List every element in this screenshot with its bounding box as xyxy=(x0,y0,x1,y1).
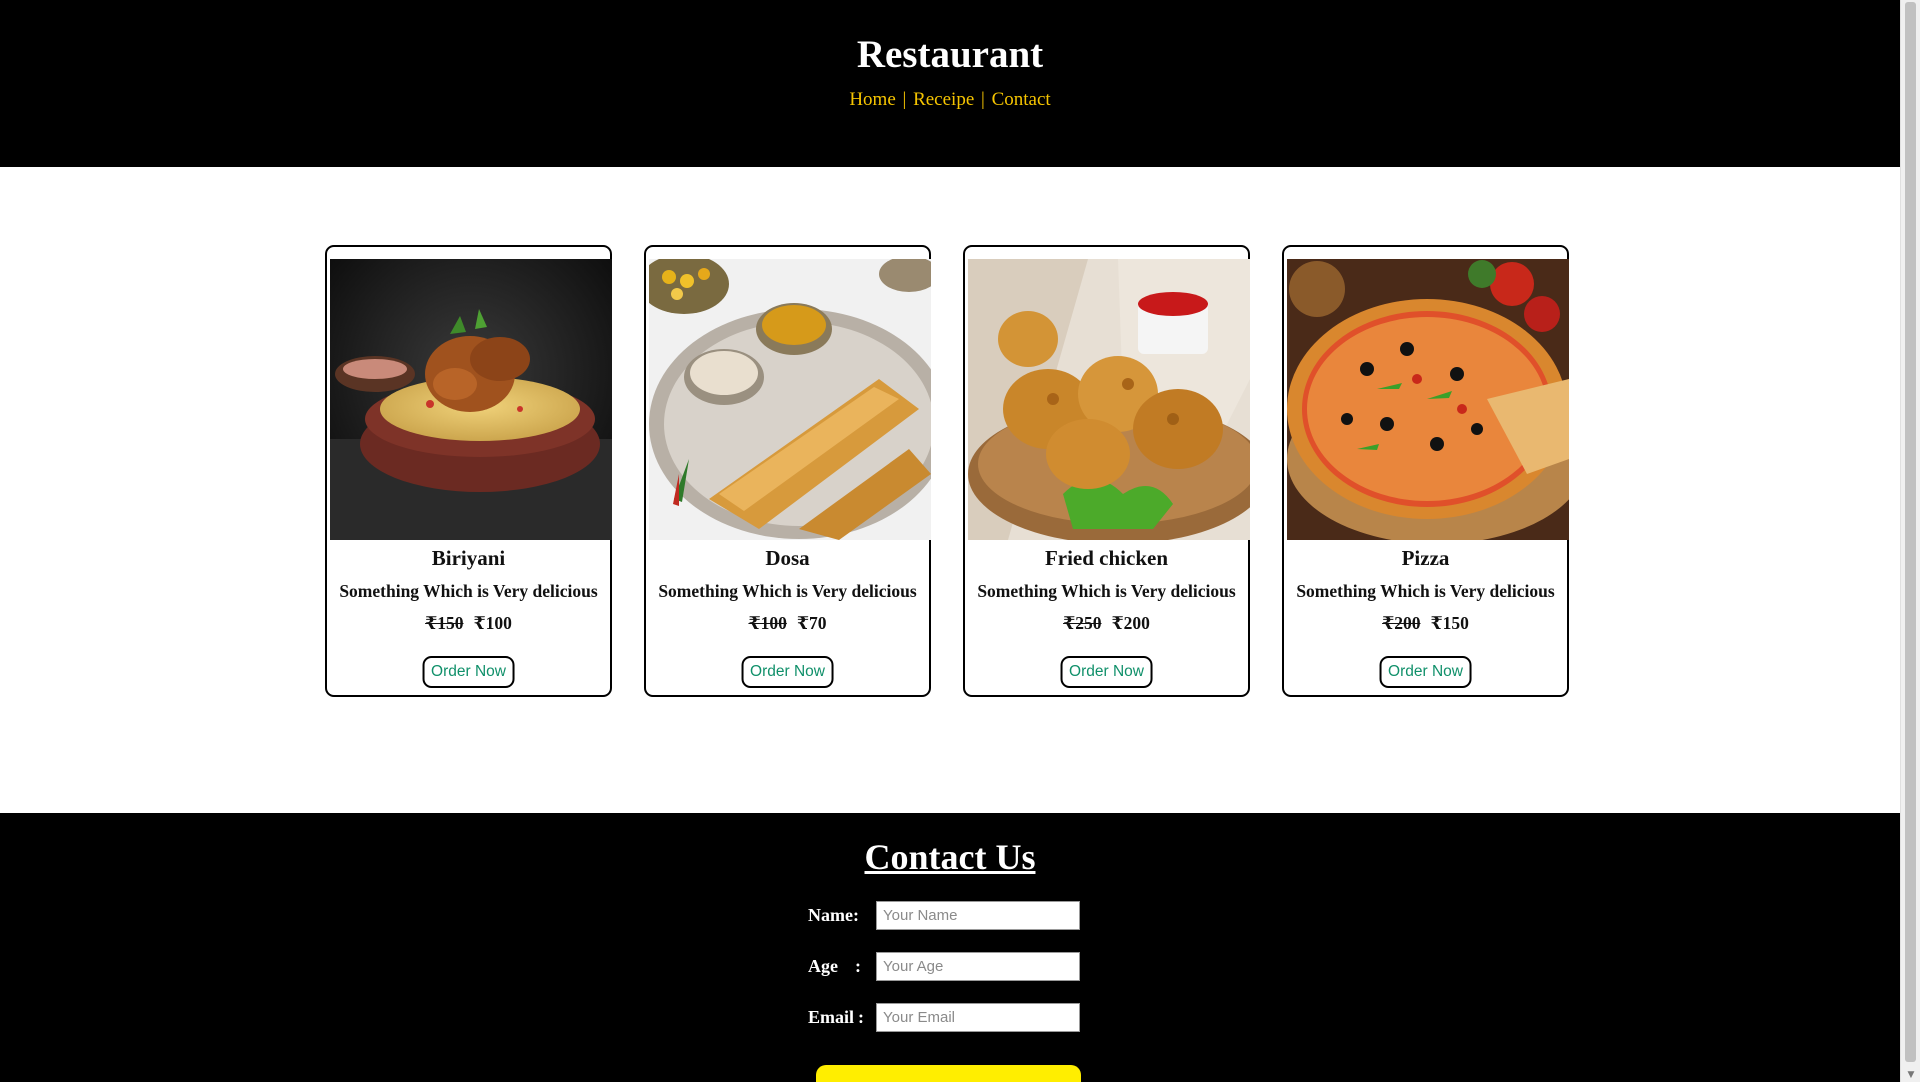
nav-link-home[interactable]: Home xyxy=(849,89,895,110)
name-label-text: Name xyxy=(808,905,853,925)
scroll-thumb[interactable] xyxy=(1905,2,1916,1062)
email-label: Email : xyxy=(808,1007,864,1028)
old-price: ₹150 xyxy=(425,613,464,633)
old-price: ₹200 xyxy=(1382,613,1421,633)
name-label: Name : xyxy=(808,905,859,926)
nav-separator: | xyxy=(981,89,985,110)
old-price: ₹250 xyxy=(1063,613,1102,633)
card-title: Pizza xyxy=(1401,546,1450,570)
food-card-dosa: Dosa Something Which is Very delicious ₹… xyxy=(644,245,931,697)
pizza-image xyxy=(1287,259,1569,540)
fried-chicken-image xyxy=(968,259,1250,540)
card-price: ₹200 ₹150 xyxy=(1284,613,1567,634)
site-header: Restaurant Home | Receipe | Contact xyxy=(0,0,1900,167)
nav-link-receipe[interactable]: Receipe xyxy=(913,89,974,110)
current-price: ₹100 xyxy=(473,613,512,633)
current-price: ₹150 xyxy=(1430,613,1469,633)
vertical-scrollbar[interactable]: ▲ ▼ xyxy=(1900,0,1920,1082)
contact-section: Contact Us Name : Age : Email : Send Me xyxy=(0,813,1900,1082)
old-price: ₹100 xyxy=(748,613,787,633)
nav-link-contact[interactable]: Contact xyxy=(992,89,1051,110)
contact-title: Contact Us xyxy=(864,837,1036,877)
current-price: ₹70 xyxy=(796,613,827,633)
age-label-colon: : xyxy=(855,956,861,976)
order-now-button[interactable]: Order Now xyxy=(1379,656,1472,688)
card-title: Biriyani xyxy=(431,546,506,570)
nav-separator: | xyxy=(902,89,907,110)
age-label: Age : xyxy=(808,956,861,977)
card-description: Something Which is Very delicious xyxy=(658,581,917,601)
email-label-text: Email xyxy=(808,1007,855,1027)
name-input[interactable] xyxy=(876,901,1080,930)
card-price: ₹250 ₹200 xyxy=(965,613,1248,634)
card-description: Something Which is Very delicious xyxy=(977,581,1236,601)
biriyani-image xyxy=(330,259,612,540)
order-now-button[interactable]: Order Now xyxy=(422,656,515,688)
card-title: Fried chicken xyxy=(1044,546,1169,570)
order-now-button[interactable]: Order Now xyxy=(741,656,834,688)
card-title: Dosa xyxy=(765,546,810,570)
age-input[interactable] xyxy=(876,952,1080,981)
send-me-button[interactable]: Send Me xyxy=(816,1065,1081,1082)
email-input[interactable] xyxy=(876,1003,1080,1032)
card-price: ₹100 ₹70 xyxy=(646,613,929,634)
email-label-colon: : xyxy=(858,1007,864,1027)
site-title: Restaurant xyxy=(856,33,1044,76)
card-price: ₹150 ₹100 xyxy=(327,613,610,634)
current-price: ₹200 xyxy=(1111,613,1150,633)
card-description: Something Which is Very delicious xyxy=(339,581,598,601)
food-card-pizza: Pizza Something Which is Very delicious … xyxy=(1282,245,1569,697)
name-label-colon: : xyxy=(853,905,859,925)
food-card-biriyani: Biriyani Something Which is Very delicio… xyxy=(325,245,612,697)
page: Restaurant Home | Receipe | Contact Biri… xyxy=(0,0,1900,1082)
scroll-down-arrow-icon[interactable]: ▼ xyxy=(1904,1068,1918,1082)
dosa-image xyxy=(649,259,931,540)
food-card-fried-chicken: Fried chicken Something Which is Very de… xyxy=(963,245,1250,697)
order-now-button[interactable]: Order Now xyxy=(1060,656,1153,688)
age-label-text: Age xyxy=(808,956,838,976)
main-nav: Home | Receipe | Contact xyxy=(0,89,1900,111)
card-description: Something Which is Very delicious xyxy=(1296,581,1555,601)
